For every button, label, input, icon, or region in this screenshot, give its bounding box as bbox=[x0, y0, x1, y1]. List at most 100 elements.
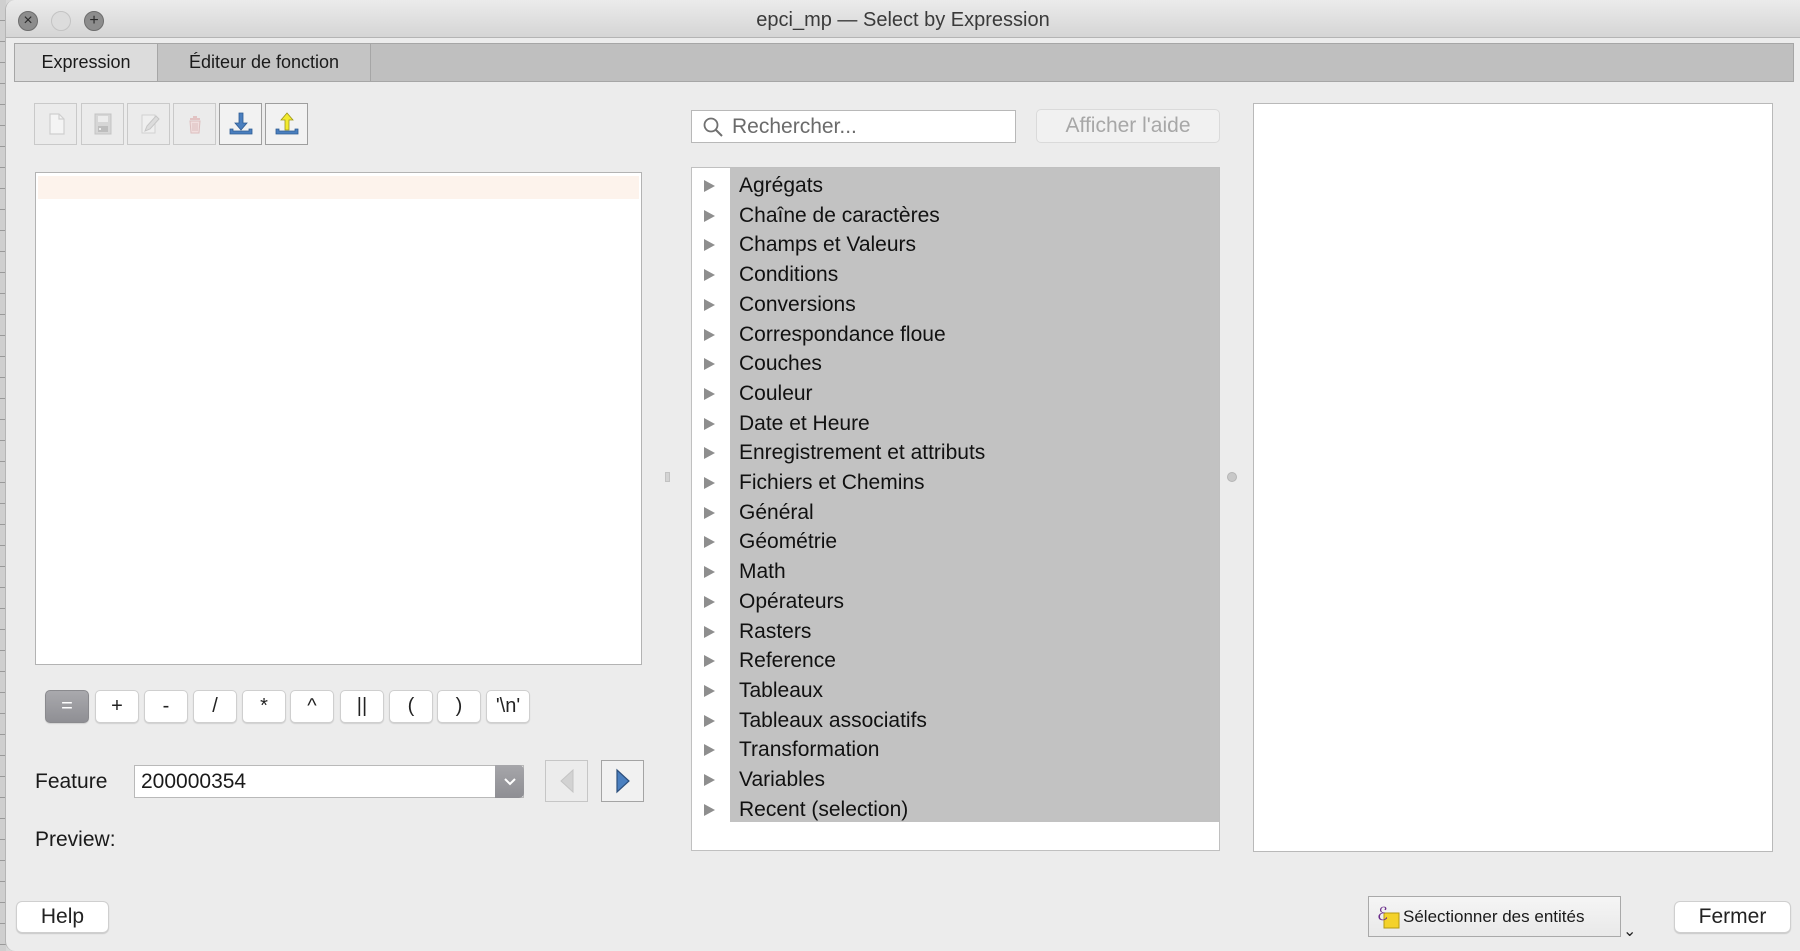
function-group-label: Chaîne de caractères bbox=[739, 203, 940, 227]
operator-open-paren-button[interactable]: ( bbox=[389, 690, 433, 723]
expression-editor[interactable] bbox=[35, 172, 642, 665]
operator-divide-button[interactable]: / bbox=[193, 690, 237, 723]
right-splitter-handle[interactable] bbox=[1227, 472, 1237, 482]
expand-arrow-icon[interactable] bbox=[704, 447, 715, 460]
operator-equals-button[interactable]: = bbox=[45, 690, 89, 723]
function-group-row[interactable]: Variables bbox=[692, 765, 1219, 795]
function-group-row[interactable]: Tableaux associatifs bbox=[692, 706, 1219, 736]
expand-arrow-icon[interactable] bbox=[704, 566, 715, 579]
expand-arrow-icon[interactable] bbox=[704, 774, 715, 786]
function-group-label: Conversions bbox=[739, 292, 856, 316]
edit-expression-button[interactable] bbox=[127, 103, 170, 145]
feature-label: Feature bbox=[35, 770, 108, 793]
help-button[interactable]: Help bbox=[16, 901, 109, 933]
close-icon: × bbox=[23, 12, 33, 29]
function-group-label: Tableaux associatifs bbox=[739, 708, 927, 732]
search-input[interactable] bbox=[732, 111, 1012, 142]
function-group-label: Transformation bbox=[739, 738, 880, 762]
import-arrow-icon bbox=[229, 112, 252, 135]
function-group-row[interactable]: Date et Heure bbox=[692, 409, 1219, 439]
expand-arrow-icon[interactable] bbox=[704, 387, 715, 400]
function-group-row[interactable]: Couleur bbox=[692, 379, 1219, 409]
expand-arrow-icon[interactable] bbox=[704, 744, 715, 757]
expand-arrow-icon[interactable] bbox=[704, 655, 715, 668]
select-features-button[interactable]: ℰ Sélectionner des entités bbox=[1368, 896, 1621, 937]
expand-arrow-icon[interactable] bbox=[704, 239, 715, 252]
function-group-row[interactable]: Transformation bbox=[692, 735, 1219, 765]
function-group-row[interactable]: Géométrie bbox=[692, 527, 1219, 557]
expand-arrow-icon[interactable] bbox=[704, 328, 715, 341]
operator-close-paren-button[interactable]: ) bbox=[437, 690, 481, 723]
next-feature-button[interactable] bbox=[601, 760, 644, 802]
function-search-box[interactable] bbox=[691, 110, 1016, 143]
operator-minus-button[interactable]: - bbox=[144, 690, 188, 723]
expand-arrow-icon[interactable] bbox=[704, 298, 715, 311]
function-group-label: Couches bbox=[739, 352, 822, 376]
expand-arrow-icon[interactable] bbox=[704, 536, 715, 549]
previous-feature-button[interactable] bbox=[545, 760, 588, 802]
function-group-row[interactable]: Conversions bbox=[692, 290, 1219, 320]
function-group-row[interactable]: Recent (selection) bbox=[692, 795, 1219, 825]
window-zoom-button[interactable]: + bbox=[84, 11, 104, 31]
expand-arrow-icon[interactable] bbox=[704, 595, 715, 608]
tab-expression[interactable]: Expression bbox=[15, 44, 158, 81]
function-group-row[interactable]: Général bbox=[692, 498, 1219, 528]
import-expression-button[interactable] bbox=[219, 103, 262, 145]
preview-label: Preview: bbox=[35, 828, 116, 851]
expand-arrow-icon[interactable] bbox=[704, 714, 715, 727]
operator-plus-button[interactable]: + bbox=[95, 690, 139, 723]
expand-arrow-icon[interactable] bbox=[704, 180, 715, 192]
feature-combobox[interactable]: 200000354 bbox=[134, 765, 524, 798]
save-expression-button[interactable] bbox=[81, 103, 124, 145]
expand-arrow-icon[interactable] bbox=[704, 269, 715, 282]
function-group-row[interactable]: Couches bbox=[692, 349, 1219, 379]
title-bar: epci_mp — Select by Expression × + bbox=[6, 0, 1800, 38]
expand-arrow-icon[interactable] bbox=[704, 417, 715, 430]
function-group-label: Agrégats bbox=[739, 174, 824, 197]
function-group-label: Enregistrement et attributs bbox=[739, 441, 986, 465]
expand-arrow-icon[interactable] bbox=[704, 506, 715, 519]
new-expression-button[interactable] bbox=[34, 103, 77, 145]
window-close-button[interactable]: × bbox=[18, 11, 38, 31]
delete-expression-button[interactable] bbox=[173, 103, 216, 145]
expand-arrow-icon[interactable] bbox=[704, 477, 715, 489]
function-group-row[interactable]: Correspondance floue bbox=[692, 320, 1219, 350]
function-group-row[interactable]: Math bbox=[692, 557, 1219, 587]
function-group-label: Date et Heure bbox=[739, 411, 870, 435]
operator-power-button[interactable]: ^ bbox=[290, 690, 334, 723]
close-dialog-button[interactable]: Fermer bbox=[1674, 901, 1791, 933]
expand-arrow-icon[interactable] bbox=[704, 209, 715, 222]
expand-arrow-icon[interactable] bbox=[704, 803, 715, 816]
function-group-label: Math bbox=[739, 560, 786, 584]
window-minimize-button[interactable] bbox=[51, 11, 71, 31]
function-group-label: Recent (selection) bbox=[739, 797, 909, 821]
arrow-right-icon bbox=[615, 768, 630, 794]
function-group-row[interactable]: Tableaux bbox=[692, 676, 1219, 706]
function-group-row[interactable]: Rasters bbox=[692, 617, 1219, 647]
expand-arrow-icon[interactable] bbox=[704, 358, 715, 371]
function-group-row[interactable]: Fichiers et Chemins bbox=[692, 468, 1219, 498]
left-splitter-handle[interactable] bbox=[665, 472, 670, 482]
current-line-highlight bbox=[38, 176, 639, 199]
select-features-dropdown-icon[interactable]: ⌄ bbox=[1623, 921, 1636, 941]
feature-dropdown-button[interactable] bbox=[495, 765, 524, 798]
arrow-left-icon bbox=[559, 768, 573, 794]
function-group-label: Couleur bbox=[739, 381, 813, 405]
show-help-button[interactable]: Afficher l'aide bbox=[1036, 109, 1220, 143]
function-group-row[interactable]: Champs et Valeurs bbox=[692, 230, 1219, 260]
function-group-row[interactable]: Enregistrement et attributs bbox=[692, 438, 1219, 468]
function-group-row[interactable]: Agrégats bbox=[692, 171, 1219, 201]
operator-multiply-button[interactable]: * bbox=[242, 690, 286, 723]
expand-arrow-icon[interactable] bbox=[704, 684, 715, 697]
function-group-row[interactable]: Chaîne de caractères bbox=[692, 201, 1219, 231]
function-group-row[interactable]: Opérateurs bbox=[692, 587, 1219, 617]
tab-function-editor[interactable]: Éditeur de fonction bbox=[158, 44, 371, 81]
operator-concat-button[interactable]: || bbox=[340, 690, 384, 723]
function-group-label: Général bbox=[739, 500, 814, 524]
function-tree[interactable]: Agrégats Chaîne de caractères Champs et Va… bbox=[691, 167, 1220, 851]
function-group-row[interactable]: Reference bbox=[692, 646, 1219, 676]
operator-newline-button[interactable]: '\n' bbox=[486, 690, 530, 723]
expand-arrow-icon[interactable] bbox=[704, 625, 715, 638]
export-expression-button[interactable] bbox=[265, 103, 308, 145]
function-group-row[interactable]: Conditions bbox=[692, 260, 1219, 290]
